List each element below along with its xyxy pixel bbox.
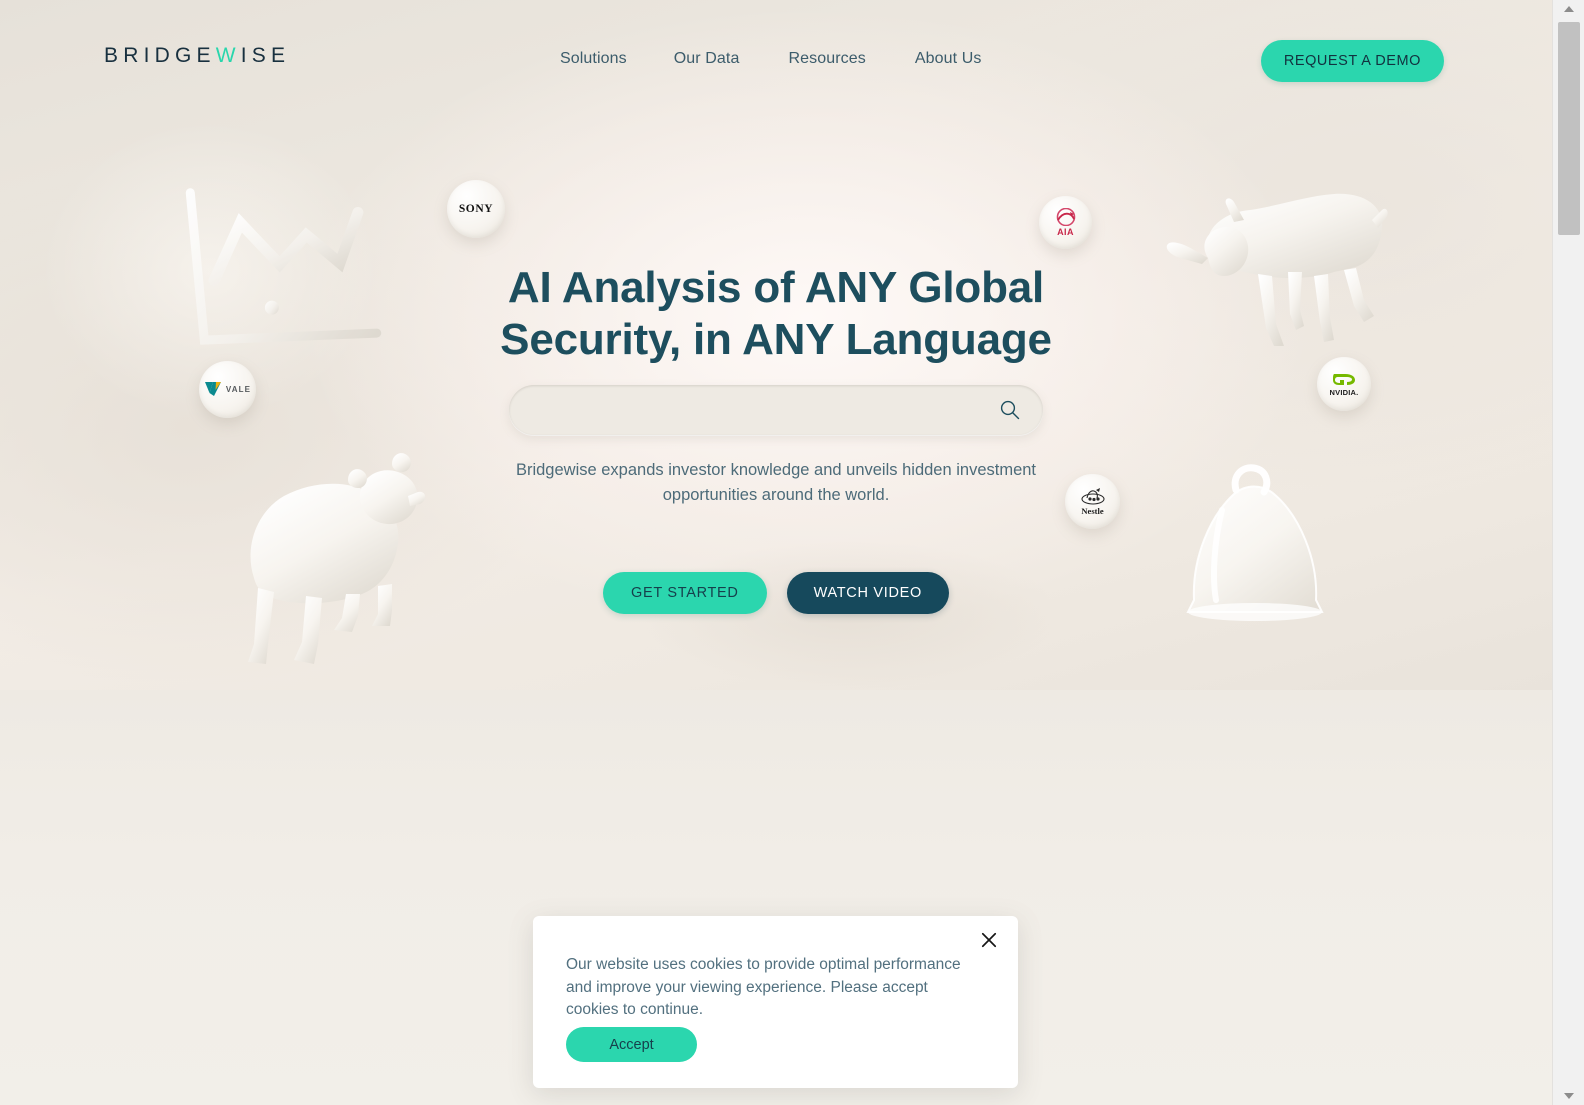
- main-navigation: Solutions Our Data Resources About Us: [560, 50, 981, 68]
- search-input[interactable]: [509, 385, 1043, 435]
- logo-badge-vale: VALE: [199, 361, 256, 418]
- logo-badge-label: VALE: [225, 385, 252, 394]
- logo-badge-label: NVIDIA.: [1329, 388, 1359, 397]
- vertical-scrollbar[interactable]: [1552, 0, 1584, 1105]
- bear-3d-icon: [222, 438, 442, 670]
- site-header: BRIDGEWISE Solutions Our Data Resources …: [0, 0, 1552, 118]
- brand-logo[interactable]: BRIDGEWISE: [104, 44, 290, 68]
- logo-badge-nvidia: NVIDIA.: [1317, 357, 1371, 411]
- logo-badge-nestle: Nestle: [1065, 474, 1120, 529]
- search-icon[interactable]: [999, 399, 1021, 421]
- page-title: AI Analysis of ANY Global Security, in A…: [500, 263, 1052, 364]
- nav-item-our-data[interactable]: Our Data: [674, 50, 789, 68]
- bell-3d-icon: [1152, 450, 1352, 630]
- close-icon[interactable]: [975, 926, 1003, 954]
- get-started-button[interactable]: GET STARTED: [602, 572, 767, 614]
- hero-cta-row: GET STARTED WATCH VIDEO: [602, 572, 950, 614]
- cookie-accept-button[interactable]: Accept: [566, 1027, 697, 1062]
- logo-badge-label: Nestle: [1081, 506, 1104, 516]
- brand-logo-text: BRIDGEWISE: [104, 44, 291, 67]
- watch-video-button[interactable]: WATCH VIDEO: [786, 572, 950, 614]
- logo-badge-label: AIA: [1057, 227, 1074, 237]
- nestle-nest-icon: [1080, 488, 1105, 505]
- aia-mark-icon: [1056, 208, 1075, 226]
- nav-item-resources[interactable]: Resources: [788, 50, 914, 68]
- cookie-consent-banner: Our website uses cookies to provide opti…: [533, 916, 1018, 1088]
- vale-mark-icon: [204, 382, 221, 396]
- logo-badge-aia: AIA: [1039, 196, 1092, 249]
- scroll-up-arrow-icon[interactable]: [1553, 0, 1584, 18]
- logo-badge-label: SONY: [458, 203, 494, 215]
- request-demo-button[interactable]: REQUEST A DEMO: [1260, 40, 1444, 82]
- bull-3d-icon: [1138, 172, 1423, 352]
- bar-chart-3d-icon: [168, 160, 398, 375]
- ambient-blob: [640, 540, 1060, 690]
- nav-item-solutions[interactable]: Solutions: [560, 50, 674, 68]
- logo-badge-sony: SONY: [447, 180, 505, 238]
- cookie-message: Our website uses cookies to provide opti…: [566, 956, 961, 1018]
- nvidia-mark-icon: [1332, 374, 1355, 385]
- scroll-down-arrow-icon[interactable]: [1553, 1087, 1584, 1105]
- security-search: [509, 385, 1043, 435]
- browser-viewport: SONY VALE AIA NVIDIA. Nestle AI Analysis…: [0, 0, 1584, 1105]
- hero-subtitle: Bridgewise expands investor knowledge an…: [515, 461, 1037, 504]
- scrollbar-thumb[interactable]: [1558, 22, 1580, 235]
- nav-item-about-us[interactable]: About Us: [915, 50, 982, 68]
